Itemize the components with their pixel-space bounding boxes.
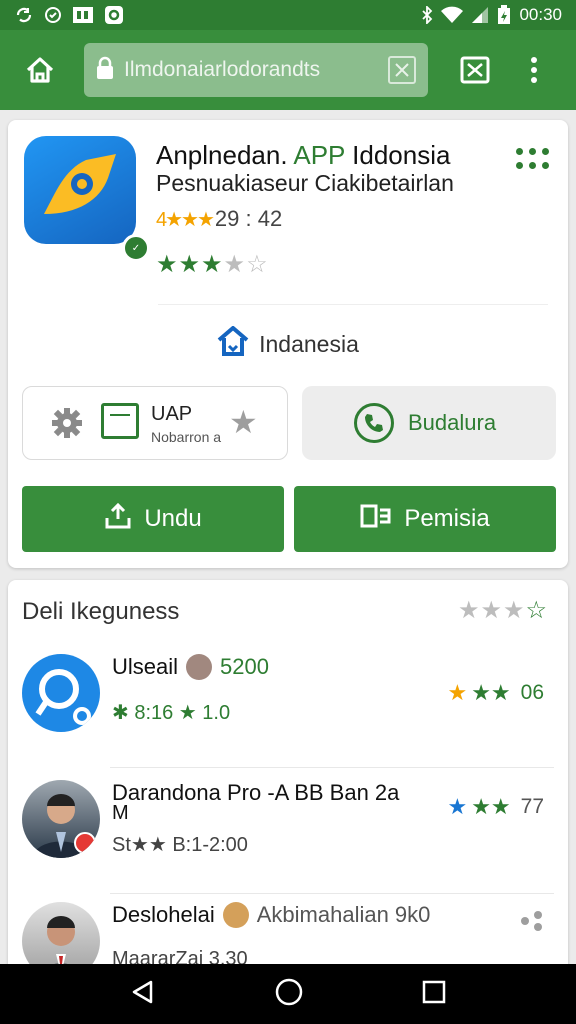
app-card: ✓ Anplnedan. APP Iddonsia Pesnuakiaseur … [8, 120, 568, 568]
review-author: Ulseail 5200 [112, 654, 269, 680]
country-house-icon [217, 325, 249, 362]
review-meta: ✱ 8:16 ★ 1.0 [112, 702, 231, 724]
navigation-bar [0, 964, 576, 1024]
review-author-line2: M [112, 802, 129, 824]
phone-icon [354, 403, 394, 443]
url-bar[interactable]: Ilmdonaiarlodorandts [84, 43, 428, 97]
option-budalura-label: Budalura [408, 410, 497, 435]
review-item[interactable]: Darandona Pro -A BB Ban 2a M St★★ B:1-2:… [8, 768, 568, 894]
download-button[interactable]: Undu [22, 486, 284, 552]
battery-icon [497, 5, 511, 25]
app-rating-text: 4★★★ 29 : 42 [156, 206, 283, 231]
browser-toolbar: Ilmdonaiarlodorandts [0, 30, 576, 110]
share-icon [360, 503, 392, 536]
url-text[interactable]: Ilmdonaiarlodorandts [124, 58, 388, 82]
app-logo: ✓ [24, 136, 150, 262]
wifi-icon [441, 6, 464, 24]
mini-avatar [186, 654, 213, 680]
option-uap-card[interactable]: UAP Nobarron a ★ [22, 386, 288, 460]
app-notification-icon [104, 5, 124, 25]
review-stars: ★ ★★ 06 [447, 680, 544, 705]
badge-icon [74, 832, 96, 854]
small-stars-icon: 4★★★ [156, 208, 215, 231]
home-circle-icon[interactable] [274, 977, 304, 1012]
gear-icon[interactable] [51, 407, 83, 444]
back-icon[interactable] [129, 978, 157, 1011]
more-vert-icon[interactable] [524, 55, 544, 85]
calendar-icon [101, 403, 139, 439]
share-dots-icon[interactable] [520, 910, 544, 932]
user-avatar [22, 780, 100, 858]
recents-icon[interactable] [421, 979, 447, 1010]
close-box-icon[interactable] [388, 56, 416, 84]
image-icon [72, 6, 94, 24]
divider [158, 304, 548, 305]
country-label: Indanesia [259, 330, 359, 357]
review-author: Deslohelai Akbimahalian 9k0 [112, 902, 431, 928]
search-avatar-icon [22, 654, 100, 732]
home-icon[interactable] [18, 48, 62, 92]
sync-icon [14, 6, 34, 24]
download-icon [104, 502, 132, 537]
favorite-star-icon[interactable]: ★ [229, 403, 258, 441]
reviews-card: Deli Ikeguness ★★★☆ Ulseail 5200 ✱ 8:16 … [8, 580, 568, 980]
signal-icon [471, 6, 489, 24]
option-uap-title: UAP [151, 403, 193, 425]
clock: 00:30 [519, 5, 562, 24]
share-button[interactable]: Pemisia [294, 486, 556, 552]
option-budalura-button[interactable]: Budalura [302, 386, 556, 460]
review-stars: ★ ★★ 77 [447, 794, 544, 819]
reviews-title: Deli Ikeguness [22, 598, 180, 625]
app-subtitle: Pesnuakiaseur Ciakibetairlan [156, 170, 454, 196]
tabs-icon[interactable] [460, 55, 490, 85]
status-bar: 00:30 [0, 0, 576, 30]
mini-avatar [222, 902, 249, 928]
verified-badge-icon: ✓ [122, 234, 150, 262]
review-meta: St★★ B:1-2:00 [112, 834, 248, 856]
review-author: Darandona Pro -A BB Ban 2a [112, 780, 400, 805]
review-item[interactable]: Ulseail 5200 ✱ 8:16 ★ 1.0 ★ ★★ 06 [8, 642, 568, 768]
country-row[interactable]: Indanesia [8, 325, 568, 362]
bluetooth-icon [421, 6, 433, 24]
option-uap-subtitle: Nobarron a [151, 429, 222, 445]
reviews-rating-stars: ★★★☆ [457, 597, 548, 624]
app-title: Anplnedan. APP Iddonsia [156, 140, 451, 170]
lock-icon [96, 56, 114, 85]
app-rating-stars: ★★★★☆ [156, 251, 269, 278]
app-grid-menu-icon[interactable] [516, 148, 550, 170]
shield-icon [44, 6, 62, 24]
